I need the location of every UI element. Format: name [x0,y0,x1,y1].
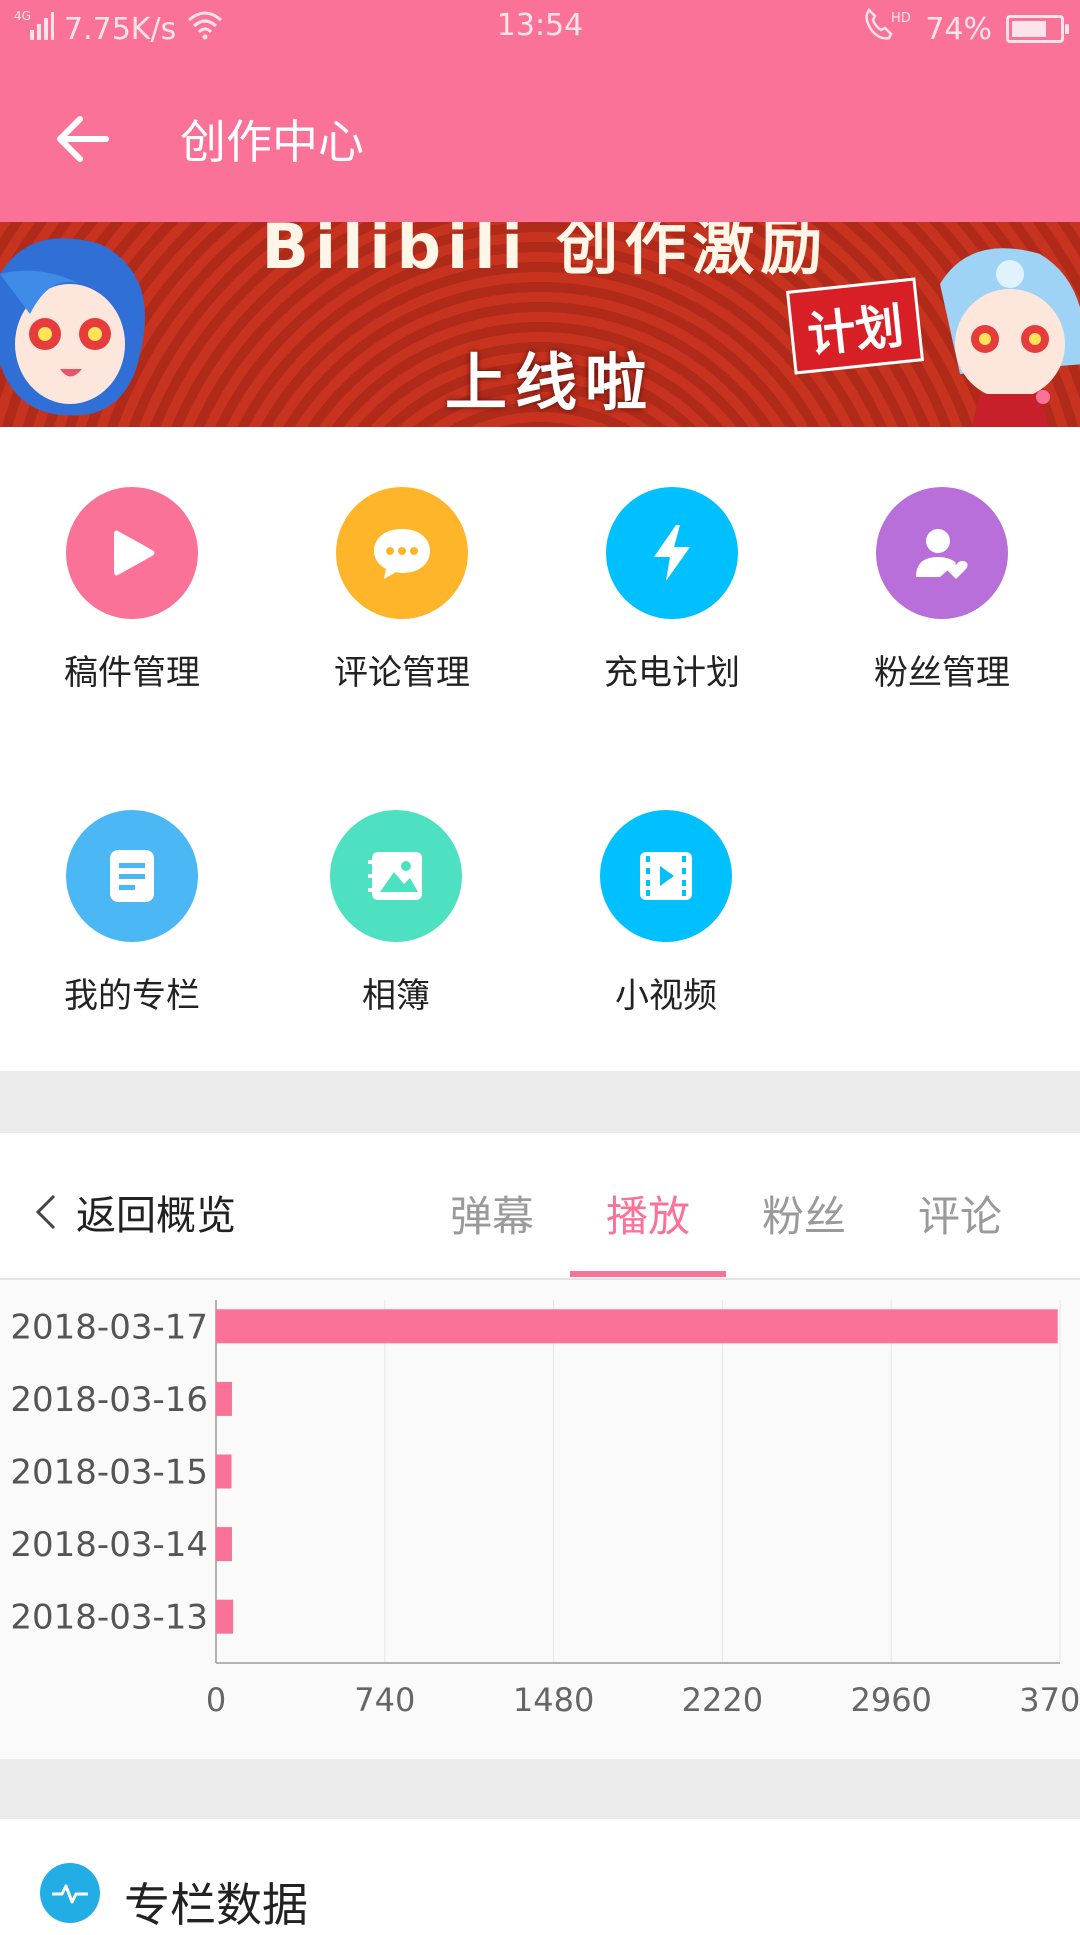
app-bar: 创作中心 [0,56,1080,222]
section-title: 专栏数据 [124,1878,308,1932]
tab-play[interactable]: 播放 [570,1183,726,1244]
grid-label: 稿件管理 [64,653,200,693]
banner-headline: Bilibili 创作激励 [261,222,829,283]
play-icon [66,487,198,619]
comment-icon [336,487,468,619]
y-tick-label: 2018-03-15 [10,1453,208,1493]
article-icon [66,810,198,942]
y-tick-label: 2018-03-16 [10,1380,208,1420]
column-data-section[interactable]: 专栏数据 [0,1819,1080,1932]
bar [216,1454,232,1489]
page-title: 创作中心 [180,115,364,169]
video-icon [600,810,732,942]
bar [216,1599,234,1634]
grid-label: 评论管理 [334,653,470,693]
hd-call-icon: HD [863,7,911,50]
banner-subtitle: 上线啦 [444,346,655,419]
y-tick-label: 2018-03-14 [10,1525,208,1565]
svg-text:HD: HD [891,11,911,26]
back-overview-label: 返回概览 [76,1193,236,1239]
x-tick-label: 2220 [682,1681,763,1719]
grid-item-fans[interactable]: 粉丝管理 [842,487,1042,694]
tab-fans[interactable]: 粉丝 [726,1183,882,1244]
bar [216,1381,232,1416]
grid-item-column[interactable]: 我的专栏 [32,810,232,1017]
bar [216,1527,232,1562]
grid-label: 小视频 [615,976,717,1016]
lightning-icon [606,487,738,619]
album-icon [330,810,462,942]
promo-banner[interactable]: Bilibili 创作激励 计划 上线啦 [0,222,1080,427]
active-tab-indicator [570,1271,726,1277]
stats-tab-bar: 返回概览 弹幕 播放 粉丝 评论 [0,1133,1080,1280]
x-tick-label: 2960 [850,1681,931,1719]
tab-comments[interactable]: 评论 [882,1183,1038,1244]
play-chart: 0 740 1480 2220 2960 3700 2018-03-17 2018-03-16… [0,1280,1080,1759]
grid-item-album[interactable]: 相簿 [296,810,496,1017]
grid-label: 我的专栏 [64,976,200,1016]
fan-icon [876,487,1008,619]
y-tick-label: 2018-03-13 [10,1598,208,1638]
grid-item-comments[interactable]: 评论管理 [302,487,502,694]
x-tick-label: 3700 [1019,1681,1080,1719]
status-right: HD 74% [863,7,1069,50]
tab-danmaku[interactable]: 弹幕 [414,1183,570,1244]
x-tick-label: 1480 [513,1681,594,1719]
grid-label: 充电计划 [604,653,740,693]
grid-label: 相簿 [362,976,430,1016]
chevron-left-icon [35,1194,56,1230]
pulse-icon [40,1863,100,1923]
y-tick-label: 2018-03-17 [10,1307,208,1347]
banner-tag: 计划 [785,277,925,375]
back-button[interactable] [48,104,118,174]
grid-item-charge[interactable]: 充电计划 [572,487,772,694]
section-divider [0,1071,1080,1133]
bar-chart: 0 740 1480 2220 2960 3700 2018-03-17 2018-03-16… [10,1300,1080,1719]
grid-label: 粉丝管理 [874,653,1010,693]
mascot-right-image [940,248,1080,427]
arrow-left-icon [57,116,109,162]
banner-page-indicator [1036,390,1050,404]
x-tick-label: 740 [354,1681,415,1719]
mascot-left-image [0,238,145,416]
grid-item-short-video[interactable]: 小视频 [566,810,766,1017]
x-tick-label: 0 [206,1681,226,1719]
feature-grid: 稿件管理 评论管理 充电计划 粉丝管理 我的专栏 相簿 小视频 [0,427,1080,1071]
status-bar: 4G 7.75K/s 13:54 HD 74% [0,0,1080,56]
battery-level [1012,21,1047,37]
battery-percent: 74% [925,11,992,47]
battery-icon [1006,15,1069,43]
bar [216,1309,1058,1344]
section-divider [0,1759,1080,1819]
back-overview-button[interactable]: 返回概览 [34,1183,236,1241]
grid-item-manuscript[interactable]: 稿件管理 [32,487,232,694]
